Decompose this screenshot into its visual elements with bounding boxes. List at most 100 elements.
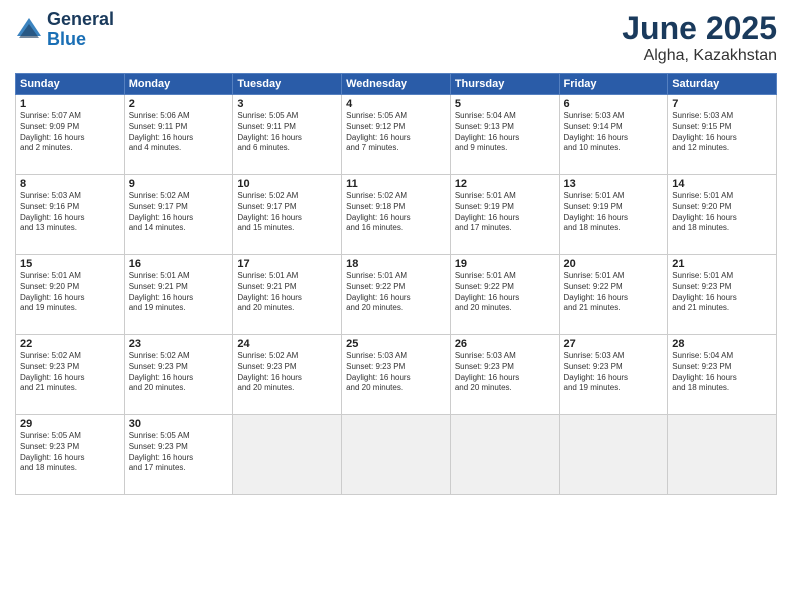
calendar-cell	[668, 415, 777, 495]
day-number: 16	[129, 258, 229, 270]
weekday-header-wednesday: Wednesday	[342, 74, 451, 95]
day-info: Sunrise: 5:01 AM Sunset: 9:20 PM Dayligh…	[20, 271, 120, 314]
day-info: Sunrise: 5:06 AM Sunset: 9:11 PM Dayligh…	[129, 111, 229, 154]
day-number: 9	[129, 178, 229, 190]
day-info: Sunrise: 5:03 AM Sunset: 9:14 PM Dayligh…	[564, 111, 664, 154]
day-number: 13	[564, 178, 664, 190]
week-row-5: 29 Sunrise: 5:05 AM Sunset: 9:23 PM Dayli…	[16, 415, 777, 495]
month-title: June 2025	[622, 10, 777, 47]
day-number: 2	[129, 98, 229, 110]
calendar-cell: 1Sunrise: 5:07 AM Sunset: 9:09 PM Daylig…	[16, 95, 125, 175]
day-number: 11	[346, 178, 446, 190]
day-info: Sunrise: 5:01 AM Sunset: 9:22 PM Dayligh…	[455, 271, 555, 314]
calendar-cell: 23Sunrise: 5:02 AM Sunset: 9:23 PM Dayli…	[124, 335, 233, 415]
calendar-cell: 24Sunrise: 5:02 AM Sunset: 9:23 PM Dayli…	[233, 335, 342, 415]
day-number: 3	[237, 98, 337, 110]
day-info: Sunrise: 5:05 AM Sunset: 9:11 PM Dayligh…	[237, 111, 337, 154]
day-number: 30	[129, 418, 229, 430]
day-info: Sunrise: 5:01 AM Sunset: 9:19 PM Dayligh…	[564, 191, 664, 234]
day-number: 5	[455, 98, 555, 110]
calendar-cell	[233, 415, 342, 495]
day-info: Sunrise: 5:03 AM Sunset: 9:16 PM Dayligh…	[20, 191, 120, 234]
day-info: Sunrise: 5:01 AM Sunset: 9:19 PM Dayligh…	[455, 191, 555, 234]
day-info: Sunrise: 5:04 AM Sunset: 9:23 PM Dayligh…	[672, 351, 772, 394]
calendar-cell: 19Sunrise: 5:01 AM Sunset: 9:22 PM Dayli…	[450, 255, 559, 335]
calendar-cell: 30Sunrise: 5:05 AM Sunset: 9:23 PM Dayli…	[124, 415, 233, 495]
day-number: 7	[672, 98, 772, 110]
day-number: 6	[564, 98, 664, 110]
calendar-cell: 10Sunrise: 5:02 AM Sunset: 9:17 PM Dayli…	[233, 175, 342, 255]
day-number: 21	[672, 258, 772, 270]
weekday-header-row: SundayMondayTuesdayWednesdayThursdayFrid…	[16, 74, 777, 95]
calendar-cell: 18Sunrise: 5:01 AM Sunset: 9:22 PM Dayli…	[342, 255, 451, 335]
week-row-2: 8Sunrise: 5:03 AM Sunset: 9:16 PM Daylig…	[16, 175, 777, 255]
day-info: Sunrise: 5:02 AM Sunset: 9:23 PM Dayligh…	[237, 351, 337, 394]
calendar-cell: 22Sunrise: 5:02 AM Sunset: 9:23 PM Dayli…	[16, 335, 125, 415]
logo: General Blue	[15, 10, 114, 50]
calendar-cell: 29Sunrise: 5:05 AM Sunset: 9:23 PM Dayli…	[16, 415, 125, 495]
day-info: Sunrise: 5:03 AM Sunset: 9:23 PM Dayligh…	[455, 351, 555, 394]
logo-icon	[15, 16, 43, 44]
day-number: 12	[455, 178, 555, 190]
week-row-3: 15Sunrise: 5:01 AM Sunset: 9:20 PM Dayli…	[16, 255, 777, 335]
calendar-cell	[342, 415, 451, 495]
logo-blue: Blue	[47, 30, 114, 50]
page: General Blue June 2025 Algha, Kazakhstan…	[0, 0, 792, 612]
calendar-cell: 4Sunrise: 5:05 AM Sunset: 9:12 PM Daylig…	[342, 95, 451, 175]
weekday-header-monday: Monday	[124, 74, 233, 95]
logo-general: General	[47, 10, 114, 30]
calendar-cell: 13Sunrise: 5:01 AM Sunset: 9:19 PM Dayli…	[559, 175, 668, 255]
calendar-cell: 20Sunrise: 5:01 AM Sunset: 9:22 PM Dayli…	[559, 255, 668, 335]
location: Algha, Kazakhstan	[622, 47, 777, 65]
day-info: Sunrise: 5:03 AM Sunset: 9:23 PM Dayligh…	[564, 351, 664, 394]
calendar-cell	[450, 415, 559, 495]
day-info: Sunrise: 5:05 AM Sunset: 9:23 PM Dayligh…	[129, 431, 229, 474]
day-number: 26	[455, 338, 555, 350]
calendar-cell: 6Sunrise: 5:03 AM Sunset: 9:14 PM Daylig…	[559, 95, 668, 175]
day-info: Sunrise: 5:02 AM Sunset: 9:23 PM Dayligh…	[20, 351, 120, 394]
calendar-cell: 21Sunrise: 5:01 AM Sunset: 9:23 PM Dayli…	[668, 255, 777, 335]
week-row-4: 22Sunrise: 5:02 AM Sunset: 9:23 PM Dayli…	[16, 335, 777, 415]
week-row-1: 1Sunrise: 5:07 AM Sunset: 9:09 PM Daylig…	[16, 95, 777, 175]
day-info: Sunrise: 5:01 AM Sunset: 9:21 PM Dayligh…	[237, 271, 337, 314]
calendar-cell: 2Sunrise: 5:06 AM Sunset: 9:11 PM Daylig…	[124, 95, 233, 175]
day-number: 29	[20, 418, 120, 430]
day-number: 15	[20, 258, 120, 270]
weekday-header-tuesday: Tuesday	[233, 74, 342, 95]
day-number: 20	[564, 258, 664, 270]
calendar-cell: 14Sunrise: 5:01 AM Sunset: 9:20 PM Dayli…	[668, 175, 777, 255]
day-info: Sunrise: 5:03 AM Sunset: 9:23 PM Dayligh…	[346, 351, 446, 394]
day-number: 17	[237, 258, 337, 270]
calendar-cell: 9Sunrise: 5:02 AM Sunset: 9:17 PM Daylig…	[124, 175, 233, 255]
day-info: Sunrise: 5:02 AM Sunset: 9:17 PM Dayligh…	[129, 191, 229, 234]
day-number: 23	[129, 338, 229, 350]
calendar-cell: 11Sunrise: 5:02 AM Sunset: 9:18 PM Dayli…	[342, 175, 451, 255]
day-info: Sunrise: 5:02 AM Sunset: 9:23 PM Dayligh…	[129, 351, 229, 394]
calendar-cell: 12Sunrise: 5:01 AM Sunset: 9:19 PM Dayli…	[450, 175, 559, 255]
day-number: 22	[20, 338, 120, 350]
day-info: Sunrise: 5:01 AM Sunset: 9:21 PM Dayligh…	[129, 271, 229, 314]
weekday-header-sunday: Sunday	[16, 74, 125, 95]
weekday-header-saturday: Saturday	[668, 74, 777, 95]
day-info: Sunrise: 5:01 AM Sunset: 9:22 PM Dayligh…	[346, 271, 446, 314]
calendar-cell: 15Sunrise: 5:01 AM Sunset: 9:20 PM Dayli…	[16, 255, 125, 335]
day-number: 1	[20, 98, 120, 110]
day-number: 4	[346, 98, 446, 110]
day-number: 8	[20, 178, 120, 190]
day-info: Sunrise: 5:01 AM Sunset: 9:23 PM Dayligh…	[672, 271, 772, 314]
calendar-cell: 25Sunrise: 5:03 AM Sunset: 9:23 PM Dayli…	[342, 335, 451, 415]
calendar-cell: 16Sunrise: 5:01 AM Sunset: 9:21 PM Dayli…	[124, 255, 233, 335]
calendar-cell: 26Sunrise: 5:03 AM Sunset: 9:23 PM Dayli…	[450, 335, 559, 415]
weekday-header-friday: Friday	[559, 74, 668, 95]
header: General Blue June 2025 Algha, Kazakhstan	[15, 10, 777, 65]
day-number: 10	[237, 178, 337, 190]
calendar-table: SundayMondayTuesdayWednesdayThursdayFrid…	[15, 73, 777, 495]
calendar-cell: 17Sunrise: 5:01 AM Sunset: 9:21 PM Dayli…	[233, 255, 342, 335]
calendar-cell: 27Sunrise: 5:03 AM Sunset: 9:23 PM Dayli…	[559, 335, 668, 415]
day-number: 19	[455, 258, 555, 270]
day-number: 18	[346, 258, 446, 270]
day-info: Sunrise: 5:02 AM Sunset: 9:17 PM Dayligh…	[237, 191, 337, 234]
title-block: June 2025 Algha, Kazakhstan	[622, 10, 777, 65]
day-number: 14	[672, 178, 772, 190]
calendar-cell: 7Sunrise: 5:03 AM Sunset: 9:15 PM Daylig…	[668, 95, 777, 175]
